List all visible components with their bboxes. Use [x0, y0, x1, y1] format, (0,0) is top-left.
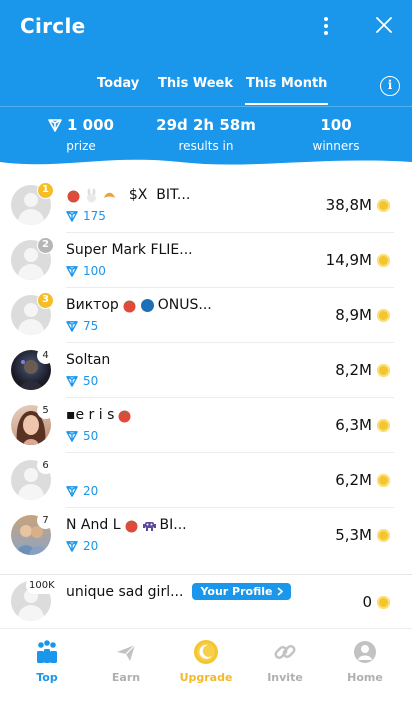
diamond-icon	[66, 375, 78, 387]
diamond-icon	[66, 485, 78, 497]
coin-icon	[377, 418, 390, 432]
tomato-icon	[67, 190, 80, 202]
rank-badge: 7	[37, 512, 54, 529]
bottom-nav: Top Earn Upgrade Invite Home	[0, 628, 412, 706]
player-score: 0	[362, 593, 390, 611]
player-name: unique sad girl... Your Profile	[66, 583, 292, 600]
header-wave	[0, 159, 412, 180]
moon-coin-icon	[194, 640, 218, 664]
prize-value: 1 000	[67, 116, 114, 134]
player-name: Виктор ONUS...	[66, 297, 212, 313]
rank-badge: 100K	[26, 577, 58, 594]
rabbit-icon	[87, 188, 96, 202]
info-icon[interactable]: i	[380, 76, 400, 96]
tab-today[interactable]: Today	[97, 76, 139, 91]
tomato-icon	[123, 300, 136, 312]
tomato-icon	[125, 520, 138, 532]
player-name: ▪e r i s	[66, 407, 132, 423]
stat-prize: 1 000 prize	[36, 116, 126, 153]
coin-icon	[377, 363, 390, 377]
player-points: 50	[66, 374, 98, 388]
rank-badge: 6	[37, 457, 54, 474]
diamond-icon	[48, 118, 62, 132]
diamond-icon	[66, 210, 78, 222]
leaderboard-row[interactable]: 1 $X BIT... 175 38,8M	[0, 178, 412, 233]
player-points: 20	[66, 484, 98, 498]
diamond-icon	[66, 430, 78, 442]
leaderboard-row[interactable]: 7 N And L BI... 20 5,3M	[0, 508, 412, 563]
rank-badge: 4	[37, 347, 54, 364]
header: Circle Today This Week This Month i 1 00…	[0, 0, 412, 180]
your-profile-button[interactable]: Your Profile	[192, 583, 292, 600]
player-score: 38,8M	[326, 196, 390, 214]
results-countdown: 29d 2h 58m	[156, 116, 256, 134]
player-name: N And L BI...	[66, 517, 187, 533]
coin-icon	[377, 595, 390, 609]
player-score: 6,2M	[335, 471, 390, 489]
chevron-right-icon	[277, 587, 284, 596]
home-avatar-icon	[354, 641, 376, 663]
player-score: 8,9M	[335, 306, 390, 324]
player-points: 75	[66, 319, 98, 333]
leaderboard-row[interactable]: 2 Super Mark FLIE... 100 14,9M	[0, 233, 412, 288]
coin-icon	[377, 253, 390, 267]
nav-earn[interactable]: Earn	[86, 639, 166, 684]
app-title: Circle	[20, 14, 86, 38]
more-options-icon[interactable]	[318, 14, 334, 38]
period-tabs: Today This Week This Month	[0, 72, 412, 106]
leaderboard-row[interactable]: 4 Soltan 50 8,2M	[0, 343, 412, 398]
diamond-icon	[66, 540, 78, 552]
nav-invite[interactable]: Invite	[245, 639, 325, 684]
stats-divider	[0, 106, 412, 107]
player-points: 20	[66, 539, 98, 553]
winners-value: 100	[320, 116, 352, 134]
link-icon	[274, 645, 296, 659]
tab-this-week[interactable]: This Week	[158, 76, 233, 91]
my-profile-row[interactable]: 100K unique sad girl... Your Profile 0	[0, 574, 412, 628]
stat-winners: 100 winners	[296, 116, 376, 153]
leaderboard-row[interactable]: 6 20 6,2M	[0, 453, 412, 508]
rank-badge: 3	[37, 292, 54, 309]
player-score: 8,2M	[335, 361, 390, 379]
coin-icon	[377, 473, 390, 487]
croissant-icon	[104, 192, 115, 198]
player-points: 175	[66, 209, 106, 223]
tomato-icon	[118, 410, 131, 422]
stat-results-in: 29d 2h 58m results in	[151, 116, 261, 153]
rank-badge: 1	[37, 182, 54, 199]
diamond-icon	[66, 320, 78, 332]
player-name: Soltan	[66, 352, 111, 368]
player-points: 50	[66, 429, 98, 443]
player-name-text: $X BIT...	[120, 187, 191, 203]
player-score: 5,3M	[335, 526, 390, 544]
nav-upgrade[interactable]: Upgrade	[166, 639, 246, 684]
player-points: 100	[66, 264, 106, 278]
tab-this-month[interactable]: This Month	[244, 76, 329, 105]
coin-icon	[377, 308, 390, 322]
nav-home[interactable]: Home	[325, 639, 405, 684]
leaderboard-row[interactable]: 3 Виктор ONUS... 75 8,9M	[0, 288, 412, 343]
coin-icon	[377, 528, 390, 542]
leaderboard-row[interactable]: 5 ▪e r i s 50 6,3M	[0, 398, 412, 453]
coin-icon	[377, 198, 390, 212]
blue-circle-icon	[140, 298, 154, 312]
rank-badge: 5	[37, 402, 54, 419]
nav-top[interactable]: Top	[7, 639, 87, 684]
diamond-icon	[66, 265, 78, 277]
player-score: 6,3M	[335, 416, 390, 434]
plane-icon	[117, 644, 136, 661]
podium-icon	[37, 640, 57, 663]
player-score: 14,9M	[326, 251, 390, 269]
space-invader-icon	[142, 521, 156, 531]
rank-badge: 2	[37, 237, 54, 254]
player-name: $X BIT...	[66, 187, 190, 203]
close-icon[interactable]	[372, 13, 396, 37]
player-name: Super Mark FLIE...	[66, 242, 193, 258]
